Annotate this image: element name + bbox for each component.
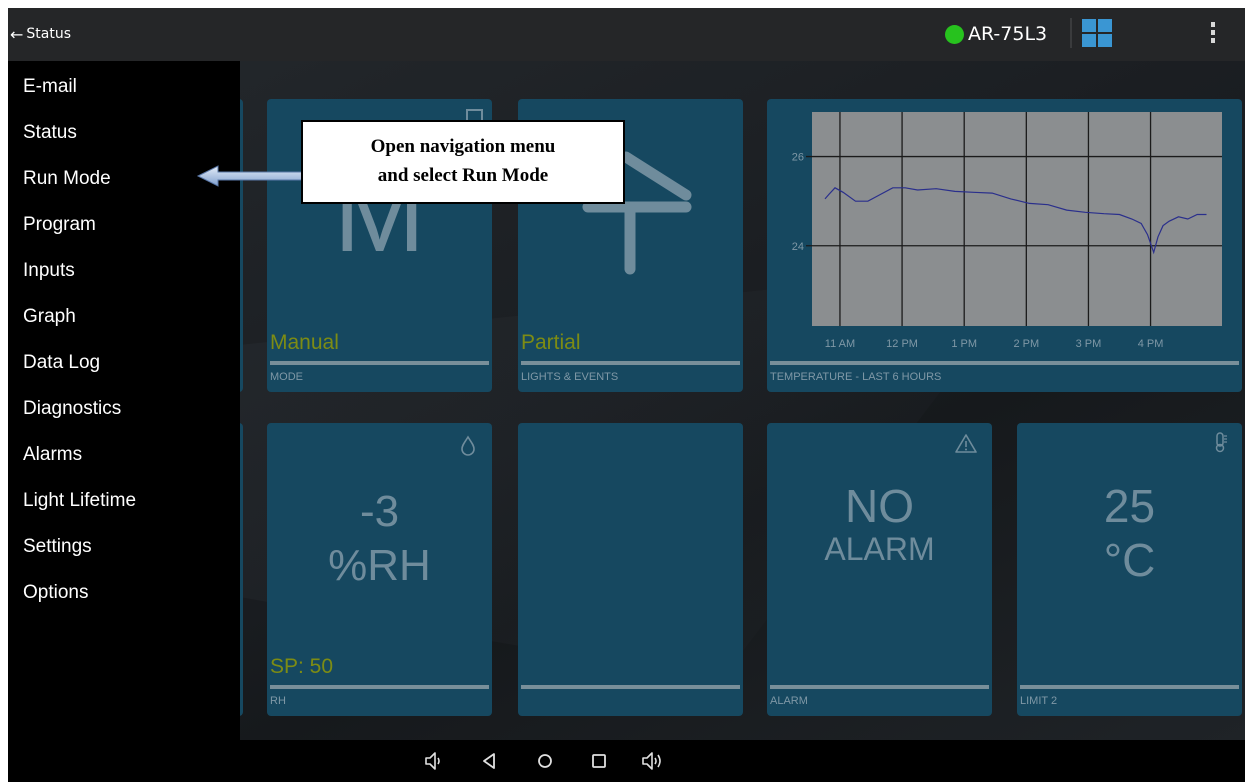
chart-y-tick-label: 26 bbox=[792, 152, 804, 164]
chart-x-tick-label: 4 PM bbox=[1138, 338, 1164, 350]
lights-value: Partial bbox=[521, 331, 581, 354]
nav-item-program[interactable]: Program bbox=[23, 214, 96, 236]
lights-bar bbox=[521, 361, 740, 365]
mode-value: Manual bbox=[270, 331, 339, 354]
device-status[interactable]: AR-75L3 bbox=[945, 22, 1047, 46]
rh-label: RH bbox=[270, 695, 286, 707]
back-arrow-icon: ← bbox=[10, 24, 24, 44]
limit-unit: °C bbox=[1103, 534, 1156, 586]
volume-up-icon[interactable] bbox=[640, 748, 666, 774]
chart-series-line bbox=[824, 187, 1207, 255]
nav-item-email[interactable]: E-mail bbox=[23, 76, 77, 98]
action-bar: ← Status AR-75L3 bbox=[8, 8, 1245, 61]
instruction-callout: Open navigation menu and select Run Mode bbox=[301, 120, 625, 204]
rh-setpoint: SP: 50 bbox=[270, 655, 334, 678]
alarm-status: NO bbox=[845, 480, 914, 532]
chart-x-tick-label: 3 PM bbox=[1076, 338, 1102, 350]
recents-nav-icon[interactable] bbox=[586, 748, 612, 774]
alarm-bar bbox=[770, 685, 989, 689]
android-screen: ← Status AR-75L3 M Manual MODE Partial L… bbox=[8, 8, 1245, 782]
nav-item-options[interactable]: Options bbox=[23, 582, 88, 604]
back-label: Status bbox=[26, 26, 72, 42]
alarm-label: ALARM bbox=[770, 695, 808, 707]
thermometer-icon bbox=[1215, 432, 1227, 453]
droplet-icon bbox=[461, 435, 475, 456]
mode-bar bbox=[270, 361, 489, 365]
empty-bar bbox=[521, 685, 740, 689]
temperature-chart-tile[interactable]: 24 26 11 AM 12 PM 1 PM 2 PM 3 PM 4 PM TEMPERATU… bbox=[767, 99, 1242, 392]
back-button[interactable]: ← Status bbox=[10, 22, 71, 46]
chart-y-tick-label: 24 bbox=[792, 241, 804, 253]
empty-tile[interactable] bbox=[518, 423, 743, 716]
chart-label: TEMPERATURE - LAST 6 HOURS bbox=[770, 371, 942, 383]
lights-label: LIGHTS & EVENTS bbox=[521, 371, 619, 383]
callout-arrow bbox=[196, 165, 305, 187]
dashboard-tiles-icon[interactable] bbox=[1082, 19, 1113, 48]
nav-item-diagnostics[interactable]: Diagnostics bbox=[23, 398, 121, 420]
chart-x-tick-label: 12 PM bbox=[886, 338, 918, 350]
chart-x-tick-label: 2 PM bbox=[1013, 338, 1039, 350]
nav-item-run-mode[interactable]: Run Mode bbox=[23, 168, 111, 190]
nav-item-settings[interactable]: Settings bbox=[23, 536, 92, 558]
alarm-tile[interactable]: NO ALARM ALARM bbox=[767, 423, 992, 716]
device-name: AR-75L3 bbox=[968, 23, 1048, 45]
warning-icon bbox=[955, 434, 977, 453]
nav-item-status[interactable]: Status bbox=[23, 122, 77, 144]
chart-x-tick-label: 11 AM bbox=[825, 338, 855, 350]
nav-item-alarms[interactable]: Alarms bbox=[23, 444, 82, 466]
rh-value: -3 bbox=[359, 487, 400, 536]
rh-tile[interactable]: -3 %RH SP: 50 RH bbox=[267, 423, 492, 716]
nav-item-data-log[interactable]: Data Log bbox=[23, 352, 100, 374]
volume-down-icon[interactable] bbox=[422, 748, 448, 774]
nav-item-light-lifetime[interactable]: Light Lifetime bbox=[23, 490, 136, 512]
mode-label: MODE bbox=[270, 371, 303, 383]
callout-line-1: Open navigation menu bbox=[370, 136, 556, 157]
limit-value: 25 bbox=[1103, 480, 1156, 532]
alarm-status-sub: ALARM bbox=[824, 531, 935, 567]
limit-tile[interactable]: 25 °C LIMIT 2 bbox=[1017, 423, 1242, 716]
toolbar-divider bbox=[1070, 18, 1072, 48]
callout-line-2: and select Run Mode bbox=[377, 165, 549, 186]
home-nav-icon[interactable] bbox=[532, 748, 558, 774]
nav-item-inputs[interactable]: Inputs bbox=[23, 260, 75, 282]
back-nav-icon[interactable] bbox=[476, 748, 502, 774]
temperature-chart: 24 26 11 AM 12 PM 1 PM 2 PM 3 PM 4 PM bbox=[792, 112, 1222, 350]
chart-bar bbox=[770, 361, 1239, 365]
overflow-menu-icon[interactable] bbox=[1208, 22, 1218, 46]
chart-x-tick-label: 1 PM bbox=[951, 338, 977, 350]
system-navigation-bar bbox=[8, 740, 1245, 782]
limit-bar bbox=[1020, 685, 1239, 689]
connection-status-icon bbox=[945, 24, 964, 44]
rh-bar bbox=[270, 685, 489, 689]
rh-unit: %RH bbox=[328, 541, 431, 590]
limit-label: LIMIT 2 bbox=[1020, 695, 1058, 707]
nav-item-graph[interactable]: Graph bbox=[23, 306, 76, 328]
